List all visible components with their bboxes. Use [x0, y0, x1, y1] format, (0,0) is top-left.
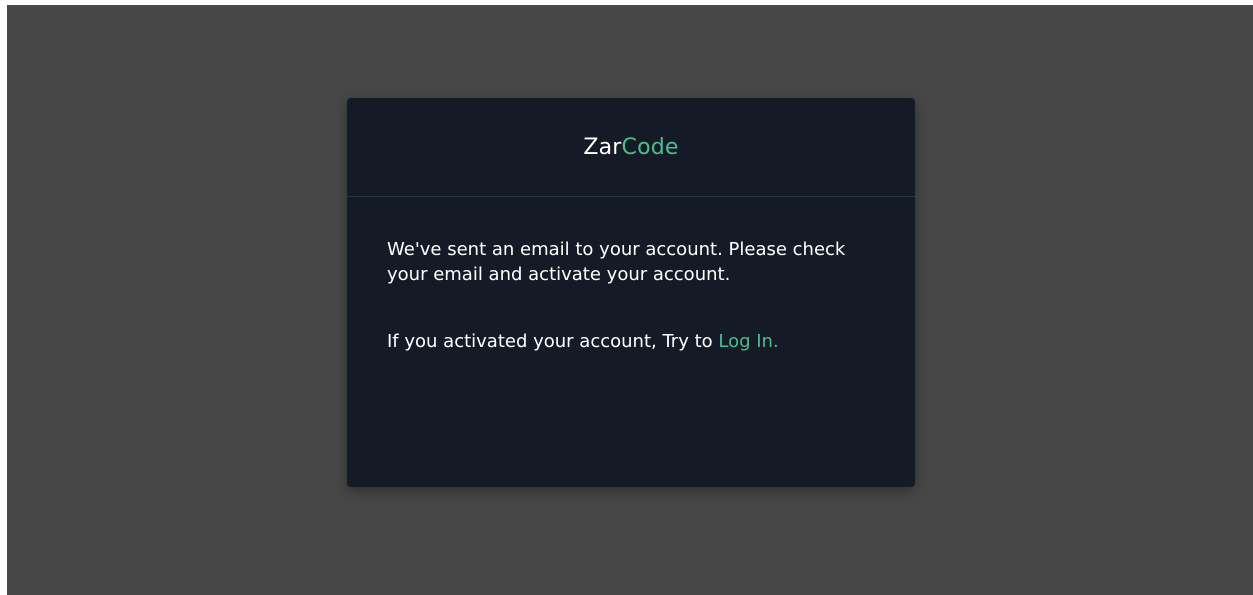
activation-card: ZarCode We've sent an email to your acco…	[347, 98, 915, 487]
card-body: We've sent an email to your account. Ple…	[347, 197, 915, 354]
page-backdrop: ZarCode We've sent an email to your acco…	[7, 5, 1253, 595]
brand-logo: ZarCode	[583, 135, 678, 160]
card-header: ZarCode	[347, 98, 915, 197]
email-sent-message: We've sent an email to your account. Ple…	[387, 239, 846, 285]
activated-message-text: If you activated your account, Try to	[387, 331, 719, 352]
activated-message: If you activated your account, Try to Lo…	[387, 329, 875, 354]
brand-logo-accent: Code	[621, 134, 679, 160]
brand-logo-primary: Zar	[583, 134, 622, 160]
login-link[interactable]: Log In.	[718, 331, 778, 352]
